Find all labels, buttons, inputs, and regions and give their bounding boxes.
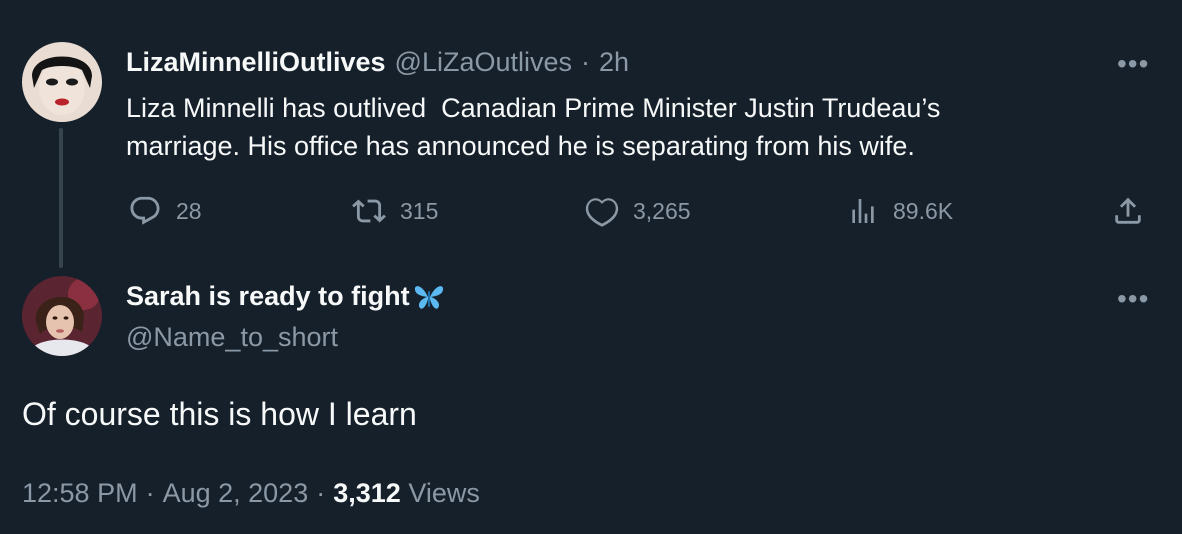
like-count: 3,265 — [633, 197, 691, 224]
thread-line — [59, 128, 63, 268]
views-action[interactable]: 89.6K — [847, 194, 953, 228]
heart-icon — [585, 198, 619, 227]
tweet-date[interactable]: Aug 2, 2023 — [163, 478, 309, 509]
share-icon — [1115, 197, 1141, 224]
tweet-time[interactable]: 12:58 PM — [22, 478, 138, 509]
retweet-count: 315 — [400, 197, 439, 224]
butterfly-emoji-icon — [414, 285, 443, 309]
views-label: Views — [408, 478, 480, 508]
retweet-action[interactable]: 315 — [352, 194, 438, 228]
retweet-icon — [352, 199, 386, 223]
parent-header: LizaMinnelliOutlives @LiZaOutlives · 2h — [126, 47, 629, 78]
share-button[interactable] — [1111, 194, 1145, 233]
reply-display-name[interactable]: Sarah is ready to fight — [126, 281, 410, 312]
parent-text-line-2: marriage. His office has announced he is… — [126, 131, 915, 161]
like-action[interactable]: 3,265 — [585, 194, 691, 228]
parent-handle[interactable]: @LiZaOutlives — [395, 47, 572, 78]
parent-time[interactable]: 2h — [599, 47, 629, 78]
meta-separator: · — [145, 478, 155, 508]
views-count: 89.6K — [893, 197, 954, 224]
meta-separator-2: · — [316, 478, 326, 508]
parent-text-line-1: Liza Minnelli has outlived Canadian Prim… — [126, 93, 941, 123]
tweet-metadata: 12:58 PM · Aug 2, 2023 · 3,312 Views — [22, 478, 480, 509]
reply-more-button[interactable]: ••• — [1117, 283, 1149, 315]
reply-action[interactable]: 28 — [128, 194, 202, 228]
header-separator: · — [581, 47, 591, 77]
reply-avatar[interactable] — [22, 276, 102, 356]
avatar-image — [22, 276, 102, 356]
analytics-icon — [852, 199, 874, 223]
reply-icon — [130, 196, 160, 225]
reply-name-row: Sarah is ready to fight — [126, 281, 446, 312]
views-link[interactable]: 3,312 Views — [333, 478, 480, 509]
views-count-bold: 3,312 — [333, 478, 401, 508]
parent-more-button[interactable]: ••• — [1117, 48, 1149, 80]
reply-tweet-text: Of course this is how I learn — [22, 396, 417, 432]
parent-display-name[interactable]: LizaMinnelliOutlives — [126, 47, 386, 78]
reply-handle[interactable]: @Name_to_short — [126, 322, 338, 353]
parent-tweet-text: Liza Minnelli has outlived Canadian Prim… — [126, 89, 940, 165]
reply-count: 28 — [176, 197, 202, 224]
parent-avatar[interactable] — [22, 42, 102, 122]
avatar-image — [22, 42, 102, 122]
